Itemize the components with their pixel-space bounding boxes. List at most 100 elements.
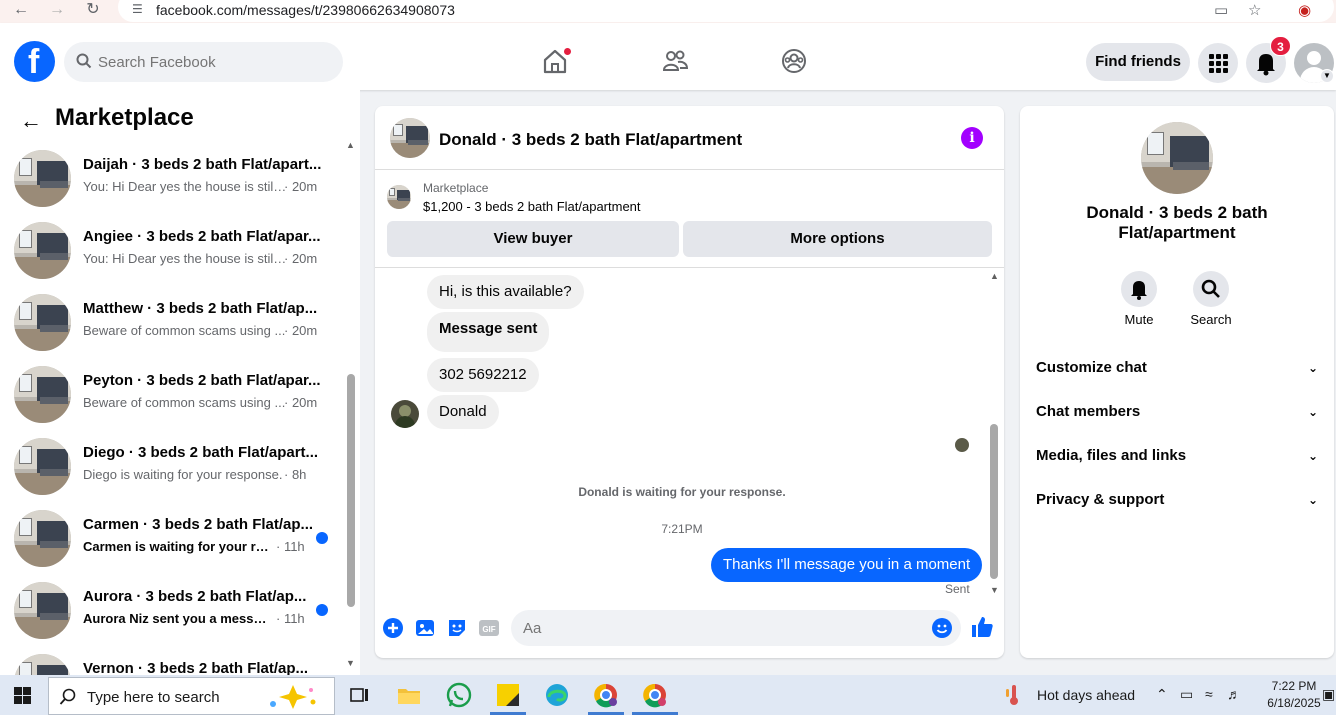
conversation-item[interactable]: Daijah · 3 beds 2 bath Flat/apart... You… [0, 150, 340, 222]
bookmark-star-icon[interactable]: ☆ [1248, 1, 1261, 19]
menu-button[interactable] [1198, 43, 1238, 83]
windows-start-icon[interactable] [14, 687, 31, 704]
scroll-down-arrow-icon[interactable]: ▼ [346, 658, 355, 668]
wifi-icon[interactable]: ≈ [1205, 686, 1213, 702]
notification-count-badge: 3 [1270, 36, 1291, 56]
search-input[interactable] [98, 42, 328, 82]
view-buyer-button[interactable]: View buyer [387, 221, 679, 257]
conversation-time: · 20m [284, 179, 318, 194]
back-arrow-icon[interactable]: ← [10, 0, 32, 22]
find-friends-button[interactable]: Find friends [1086, 43, 1190, 81]
chat-header: Donald · 3 beds 2 bath Flat/apartment i [375, 106, 1004, 170]
volume-icon[interactable]: ♬ [1227, 686, 1241, 702]
mute-label: Mute [1124, 312, 1154, 327]
sender-avatar[interactable] [391, 400, 419, 428]
conversation-item[interactable]: Diego · 3 beds 2 bath Flat/apart... Dieg… [0, 438, 340, 510]
conversation-time: · 20m [284, 395, 318, 410]
emoji-icon[interactable] [931, 617, 953, 639]
url-text[interactable]: facebook.com/messages/t/2398066263490807… [156, 2, 455, 18]
listing-thumbnail [14, 582, 71, 639]
listing-thumbnail [14, 654, 71, 675]
mute-button[interactable]: Mute [1109, 271, 1169, 327]
chat-scrollbar[interactable]: ▲ ▼ [987, 271, 1001, 596]
site-info-icon[interactable]: ☰ [132, 2, 148, 16]
svg-text:GIF: GIF [482, 625, 495, 634]
conversation-name: Angiee · 3 beds 2 bath Flat/apar... [83, 228, 321, 245]
conversation-name: Vernon · 3 beds 2 bath Flat/ap... [83, 660, 309, 675]
friends-icon[interactable] [661, 47, 689, 75]
chrome-profile-icon[interactable] [592, 681, 620, 709]
chevron-down-icon: ⌄ [1307, 449, 1318, 463]
info-icon[interactable]: i [961, 127, 983, 149]
system-clock[interactable]: 7:22 PM 6/18/2025 [1264, 678, 1324, 712]
chevron-down-icon[interactable]: ▼ [1320, 69, 1334, 83]
chevron-down-icon: ⌄ [1307, 361, 1318, 375]
message-input[interactable] [523, 610, 913, 646]
conversation-name: Carmen · 3 beds 2 bath Flat/ap... [83, 516, 314, 533]
sticky-notes-icon[interactable] [494, 681, 522, 709]
scroll-up-arrow-icon[interactable]: ▲ [990, 271, 999, 281]
conversation-item[interactable]: Angiee · 3 beds 2 bath Flat/apar... You:… [0, 222, 340, 294]
task-view-icon[interactable] [345, 681, 373, 709]
message-thread: Hi, is this available? Message sent 302 … [375, 269, 1004, 599]
message-status: Sent [945, 582, 970, 596]
chat-title[interactable]: Donald · 3 beds 2 bath Flat/apartment [439, 130, 742, 150]
windows-taskbar: Type here to search Hot days ahead ⌃ ▭ ≈… [0, 675, 1336, 715]
weather-thermometer-icon[interactable] [1004, 683, 1024, 707]
listing-price[interactable]: $1,200 - 3 beds 2 bath Flat/apartment [423, 199, 641, 214]
taskbar-search-box[interactable]: Type here to search [48, 677, 335, 715]
conversation-snippet: Diego is waiting for your response. [83, 467, 283, 482]
search-icon [59, 688, 76, 705]
forward-arrow-icon[interactable]: → [46, 0, 68, 22]
reload-icon[interactable]: ↻ [82, 0, 104, 22]
profile-icon[interactable]: ◉ [1298, 1, 1311, 19]
conversation-item[interactable]: Carmen · 3 beds 2 bath Flat/ap... Carmen… [0, 510, 340, 582]
sidebar-scrollbar[interactable]: ▲ ▼ [343, 140, 357, 668]
facebook-logo[interactable]: f [14, 41, 55, 82]
chevron-down-icon: ⌄ [1307, 405, 1318, 419]
chrome-profile-icon[interactable] [641, 681, 669, 709]
edge-browser-icon[interactable] [543, 681, 571, 709]
conversation-snippet: You: Hi Dear yes the house is still ... [83, 251, 288, 266]
plus-circle-icon[interactable] [382, 617, 404, 639]
search-highlight-icon [270, 685, 316, 709]
weather-text[interactable]: Hot days ahead [1037, 687, 1135, 703]
scrollbar-thumb[interactable] [347, 374, 355, 607]
conversation-item[interactable]: Peyton · 3 beds 2 bath Flat/apar... Bewa… [0, 366, 340, 438]
groups-icon[interactable] [780, 47, 808, 75]
more-options-button[interactable]: More options [683, 221, 992, 257]
whatsapp-icon[interactable] [445, 681, 473, 709]
conversation-item[interactable]: Vernon · 3 beds 2 bath Flat/ap... [0, 654, 340, 675]
listing-card: Marketplace $1,200 - 3 beds 2 bath Flat/… [375, 171, 1004, 268]
message-input-box[interactable] [511, 610, 961, 646]
search-box[interactable] [64, 42, 343, 82]
address-bar[interactable]: ☰ facebook.com/messages/t/23980662634908… [118, 0, 1334, 22]
file-explorer-icon[interactable] [395, 681, 423, 709]
media-files-links-row[interactable]: Media, files and links ⌄ [1036, 436, 1318, 476]
notification-center-icon[interactable]: ▣ [1322, 686, 1335, 703]
chevron-up-icon[interactable]: ⌃ [1156, 686, 1168, 703]
install-app-icon[interactable]: ▭ [1214, 1, 1228, 19]
scrollbar-thumb[interactable] [990, 424, 998, 579]
scroll-up-arrow-icon[interactable]: ▲ [346, 140, 355, 150]
photo-icon[interactable] [414, 617, 436, 639]
gif-icon[interactable]: GIF [478, 617, 500, 639]
like-thumb-icon[interactable] [970, 615, 994, 639]
chevron-down-icon: ⌄ [1307, 493, 1318, 507]
scroll-down-arrow-icon[interactable]: ▼ [990, 585, 999, 595]
conversation-item[interactable]: Aurora · 3 beds 2 bath Flat/ap... Aurora… [0, 582, 340, 654]
back-arrow-icon[interactable]: ← [20, 108, 42, 134]
listing-thumbnail[interactable] [390, 118, 430, 158]
unread-dot [316, 604, 328, 616]
incoming-message: Donald [427, 395, 499, 429]
search-in-conversation-button[interactable]: Search [1181, 271, 1241, 327]
privacy-support-row[interactable]: Privacy & support ⌄ [1036, 480, 1318, 520]
customize-chat-row[interactable]: Customize chat ⌄ [1036, 348, 1318, 388]
conversation-snippet: Carmen is waiting for your res... [83, 539, 273, 554]
battery-icon[interactable]: ▭ [1180, 686, 1193, 703]
conversation-item[interactable]: Matthew · 3 beds 2 bath Flat/ap... Bewar… [0, 294, 340, 366]
bell-icon [1131, 281, 1147, 300]
sticker-icon[interactable] [446, 617, 468, 639]
message-composer: GIF [375, 604, 1004, 658]
chat-members-row[interactable]: Chat members ⌄ [1036, 392, 1318, 432]
